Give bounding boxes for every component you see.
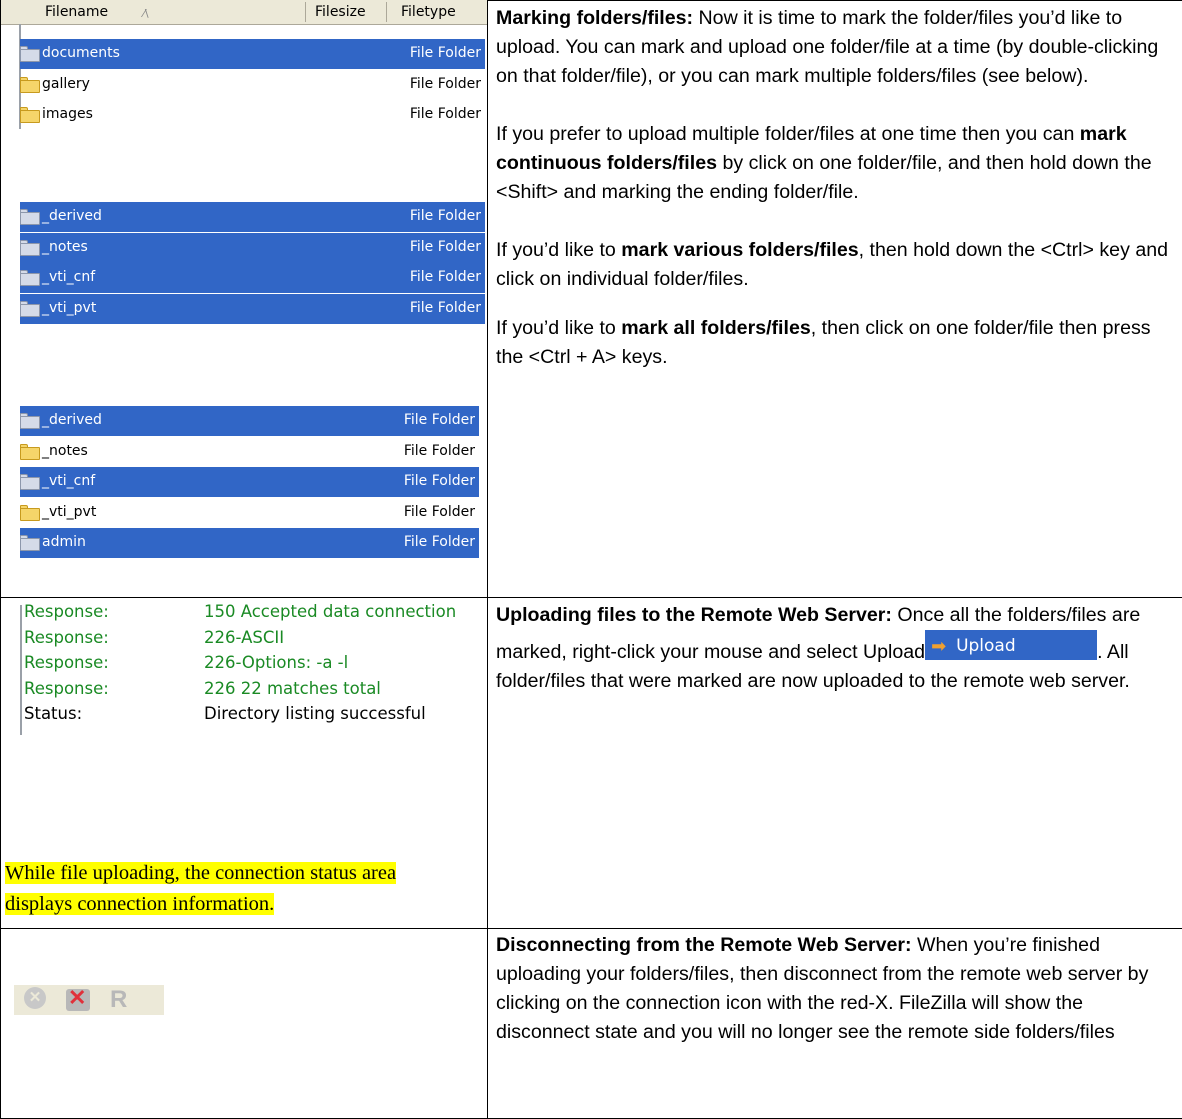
- cancel-icon[interactable]: ✕: [24, 987, 46, 1009]
- folder-icon: [20, 301, 40, 317]
- file-type: File Folder: [404, 504, 475, 520]
- file-name: admin: [42, 534, 86, 550]
- log-value: 226-Options: -a -l: [204, 653, 348, 672]
- file-name: gallery: [42, 76, 90, 92]
- file-name: _vti_pvt: [42, 300, 96, 316]
- list-item[interactable]: _derived File Folder: [20, 406, 479, 436]
- continuous-paragraph: If you prefer to upload multiple folder/…: [496, 120, 1175, 207]
- instruction-table: Marking folders/files: Now it is time to…: [0, 0, 1182, 1119]
- filename-column-header[interactable]: Filename: [45, 4, 108, 20]
- all-paragraph: If you’d like to mark all folders/files,…: [496, 314, 1175, 372]
- log-label: Status:: [24, 704, 82, 723]
- log-value: 150 Accepted data connection: [204, 602, 456, 621]
- highlighted-note: While file uploading, the connection sta…: [5, 858, 425, 920]
- disconnect-icon[interactable]: ✕: [66, 989, 90, 1011]
- log-label: Response:: [24, 628, 109, 647]
- file-name: _vti_cnf: [42, 269, 95, 285]
- various-paragraph: If you’d like to mark various folders/fi…: [496, 236, 1175, 294]
- toolbar-screenshot-cell: [1, 929, 488, 1119]
- list-item[interactable]: _vti_pvt File Folder: [20, 498, 479, 528]
- list-item[interactable]: _vti_cnf File Folder: [20, 263, 485, 293]
- file-name: _vti_pvt: [42, 504, 96, 520]
- upload-menu-item[interactable]: ➡Upload: [925, 630, 1097, 660]
- log-label: Response:: [24, 602, 109, 621]
- folder-icon: [20, 77, 40, 93]
- list-item[interactable]: _vti_pvt File Folder: [20, 294, 485, 324]
- marking-intro: Marking folders/files: Now it is time to…: [496, 4, 1175, 91]
- folder-icon: [20, 535, 40, 551]
- folder-icon: [20, 474, 40, 490]
- list-header: Filename ⁄\ Filesize Filetype: [1, 0, 487, 25]
- file-name: _derived: [42, 412, 102, 428]
- file-type: File Folder: [410, 106, 481, 122]
- folder-icon: [20, 270, 40, 286]
- file-name: images: [42, 106, 93, 122]
- uploading-text-cell: Uploading files to the Remote Web Server…: [488, 598, 1182, 929]
- file-name: _derived: [42, 208, 102, 224]
- log-value: 226-ASCII: [204, 628, 284, 647]
- folder-icon: [20, 240, 40, 256]
- log-value: Directory listing successful: [204, 704, 426, 723]
- folder-icon: [20, 444, 40, 460]
- upload-arrow-icon: ➡: [931, 632, 946, 661]
- log-value: 226 22 matches total: [204, 679, 381, 698]
- filetype-column-header[interactable]: Filetype: [401, 4, 456, 20]
- file-type: File Folder: [410, 76, 481, 92]
- file-type: File Folder: [404, 473, 475, 489]
- file-type: File Folder: [410, 208, 481, 224]
- toolbar-strip: ✕ ✕ R: [14, 985, 164, 1015]
- list-item[interactable]: admin File Folder: [20, 528, 479, 558]
- list-item[interactable]: images File Folder: [20, 100, 485, 130]
- file-type: File Folder: [404, 412, 475, 428]
- file-type: File Folder: [410, 300, 481, 316]
- folder-icon: [20, 413, 40, 429]
- file-type: File Folder: [410, 45, 481, 61]
- list-item[interactable]: _derived File Folder: [20, 202, 485, 232]
- list-item[interactable]: _vti_cnf File Folder: [20, 467, 479, 497]
- folder-icon: [20, 505, 40, 521]
- file-type: File Folder: [404, 443, 475, 459]
- file-name: _notes: [42, 239, 88, 255]
- file-type: File Folder: [404, 534, 475, 550]
- list-item[interactable]: documents File Folder: [20, 39, 485, 69]
- disconnect-paragraph: Disconnecting from the Remote Web Server…: [496, 931, 1175, 1047]
- filesize-column-header[interactable]: Filesize: [315, 4, 366, 20]
- disconnect-text-cell: Disconnecting from the Remote Web Server…: [488, 929, 1182, 1119]
- file-type: File Folder: [410, 239, 481, 255]
- list-item[interactable]: _notes File Folder: [20, 233, 485, 263]
- file-name: documents: [42, 45, 120, 61]
- file-name: _notes: [42, 443, 88, 459]
- list-item[interactable]: gallery File Folder: [20, 70, 485, 100]
- log-label: Response:: [24, 653, 109, 672]
- list-item[interactable]: _notes File Folder: [20, 437, 479, 467]
- folder-icon: [20, 209, 40, 225]
- file-type: File Folder: [410, 269, 481, 285]
- file-name: _vti_cnf: [42, 473, 95, 489]
- reconnect-icon[interactable]: R: [110, 986, 127, 1014]
- sort-indicator-icon: ⁄\: [143, 7, 149, 20]
- uploading-paragraph: Uploading files to the Remote Web Server…: [496, 601, 1175, 696]
- log-label: Response:: [24, 679, 109, 698]
- marking-text-cell: Marking folders/files: Now it is time to…: [488, 1, 1182, 598]
- folder-icon: [20, 107, 40, 123]
- folder-icon: [20, 46, 40, 62]
